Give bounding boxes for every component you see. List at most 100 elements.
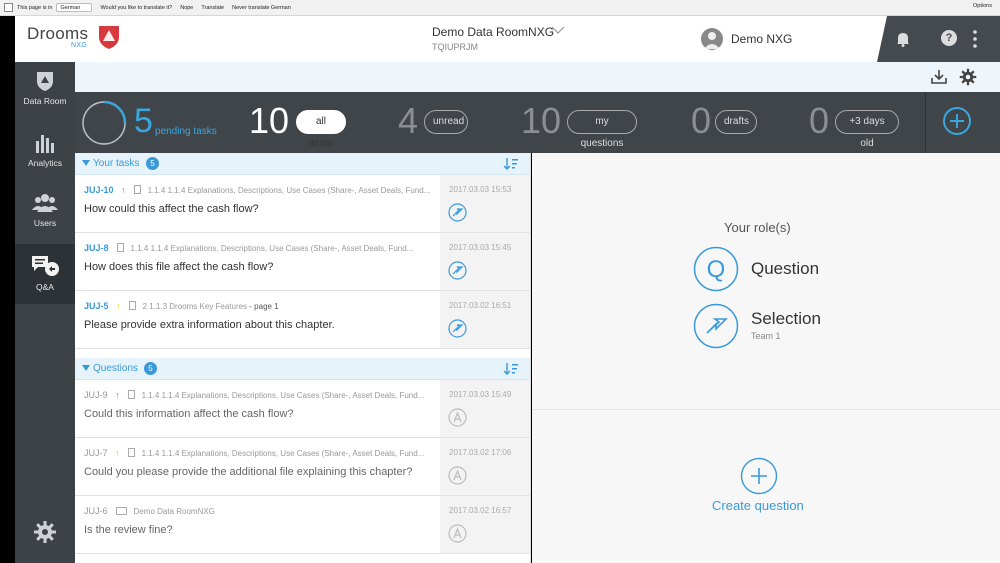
list-item[interactable]: JUJ-6 Demo Data RoomNXG Is the review fi… — [75, 496, 530, 554]
filter-old[interactable]: +3 days old — [835, 110, 899, 149]
sidebar-item-analytics[interactable]: Analytics — [15, 132, 75, 192]
item-question: Please provide extra information about t… — [84, 319, 335, 331]
section-questions[interactable]: Questions 5 — [75, 358, 530, 380]
list-item[interactable]: JUJ-5 ↑ 2 1.1.3 Drooms Key Features - pa… — [75, 291, 530, 349]
list-item[interactable]: JUJ-7 ↑ 1.1.4 1.1.4 Explanations, Descri… — [75, 438, 530, 496]
sort-icon[interactable] — [503, 157, 519, 171]
translate-nope-button[interactable]: Nope — [180, 5, 193, 11]
folder-icon — [116, 507, 128, 515]
question-role-icon: Q — [693, 246, 739, 292]
item-question: How could this affect the cash flow? — [84, 203, 259, 215]
app-header: Drooms NXG Demo Data RoomNXG TQIUPRJM De… — [15, 16, 1000, 62]
item-meta: JUJ-10 ↑ 1.1.4 1.1.4 Explanations, Descr… — [84, 185, 444, 195]
item-side: 2017.03.03 15:45 — [440, 233, 530, 290]
translate-language-select[interactable]: German — [56, 3, 93, 12]
bar-chart-icon — [36, 135, 54, 153]
user-icon — [704, 32, 720, 49]
qa-list: Your tasks 5 JUJ-10 ↑ 1.1.4 1.1.4 Explan… — [75, 153, 531, 563]
shield-icon — [37, 72, 53, 91]
collapse-icon[interactable] — [82, 365, 90, 371]
avatar[interactable] — [701, 28, 723, 50]
priority-high-icon: ↑ — [115, 390, 120, 400]
role-selection-team: Team 1 — [751, 331, 781, 341]
pending-progress-ring — [81, 100, 127, 146]
item-path: 1.1.4 1.1.4 Explanations, Descriptions, … — [130, 244, 414, 253]
item-path: 1.1.4 1.1.4 Explanations, Descriptions, … — [147, 186, 431, 195]
stats-bar: 5 pending tasks 10 all items 4 unread 10… — [75, 92, 1000, 153]
data-room-title[interactable]: Demo Data RoomNXG — [432, 25, 554, 39]
sidebar-item-qa[interactable]: Q&A — [15, 244, 75, 304]
list-item[interactable]: JUJ-8 1.1.4 1.1.4 Explanations, Descript… — [75, 233, 530, 291]
item-question: Could you please provide the additional … — [84, 466, 413, 478]
list-item[interactable]: JUJ-9 ↑ 1.1.4 1.1.4 Explanations, Descri… — [75, 380, 530, 438]
filter-all-items[interactable]: all items — [296, 110, 346, 149]
gear-icon[interactable] — [33, 520, 57, 544]
never-translate-button[interactable]: Never translate German — [232, 5, 291, 11]
download-icon[interactable] — [930, 68, 948, 86]
collapse-icon[interactable] — [82, 160, 90, 166]
sidebar-item-label: Users — [33, 218, 57, 228]
item-question: How does this file affect the cash flow? — [84, 261, 274, 273]
translate-lang-label: This page is in — [17, 4, 53, 11]
list-item[interactable]: JUJ-10 ↑ 1.1.4 1.1.4 Explanations, Descr… — [75, 175, 530, 233]
logo-shield-icon — [99, 26, 119, 49]
count-badge: 5 — [146, 157, 159, 170]
forward-icon[interactable] — [448, 203, 467, 222]
section-your-tasks[interactable]: Your tasks 5 — [75, 153, 530, 175]
document-icon — [134, 185, 142, 194]
sidebar-item-data-room[interactable]: Data Room — [15, 70, 75, 130]
sidebar-item-label: Q&A — [36, 282, 54, 292]
selection-role-icon — [693, 303, 739, 349]
my-questions-count: 10 — [521, 100, 562, 141]
filter-drafts[interactable]: drafts — [715, 110, 757, 134]
sidebar-item-label: Data Room — [23, 96, 67, 106]
more-options-icon[interactable] — [973, 30, 977, 48]
filter-my-questions[interactable]: my questions — [567, 110, 637, 149]
detail-panel: Your role(s) Q Question Selection Team 1… — [532, 153, 1000, 563]
settings-icon[interactable] — [959, 68, 977, 86]
item-date: 2017.03.02 17:06 — [449, 448, 512, 457]
item-page: - page 1 — [247, 302, 279, 311]
create-question-icon[interactable] — [740, 457, 778, 495]
sidebar-item-users[interactable]: Users — [15, 192, 75, 252]
answer-icon[interactable] — [448, 524, 467, 543]
old-count: 0 — [809, 100, 830, 141]
sidebar-item-label: Analytics — [27, 158, 62, 168]
item-id: JUJ-10 — [84, 185, 114, 195]
pending-tasks-count[interactable]: 5 — [134, 102, 153, 140]
chevron-down-icon[interactable] — [551, 26, 565, 35]
qa-icon — [32, 256, 59, 276]
translate-button[interactable]: Translate — [201, 5, 224, 11]
item-id: JUJ-5 — [84, 301, 109, 311]
add-icon[interactable] — [942, 106, 972, 136]
answer-icon[interactable] — [448, 408, 467, 427]
document-icon — [128, 390, 136, 399]
user-name[interactable]: Demo NXG — [731, 32, 792, 46]
pending-tasks-label[interactable]: pending tasks — [155, 126, 217, 137]
drafts-count: 0 — [691, 100, 712, 141]
bell-icon[interactable] — [895, 30, 911, 47]
sort-icon[interactable] — [503, 362, 519, 376]
item-id: JUJ-9 — [84, 390, 108, 400]
item-date: 2017.03.03 15:45 — [449, 243, 512, 252]
item-side: 2017.03.03 15:49 — [440, 380, 530, 437]
data-room-code: TQIUPRJM — [432, 42, 478, 52]
translate-options-button[interactable]: Options — [973, 3, 992, 9]
item-date: 2017.03.02 16:51 — [449, 301, 512, 310]
answer-icon[interactable] — [448, 466, 467, 485]
forward-icon[interactable] — [448, 261, 467, 280]
item-date: 2017.03.03 15:49 — [449, 390, 512, 399]
translate-question: Would you like to translate it? — [100, 4, 173, 11]
filter-unread[interactable]: unread — [424, 110, 468, 134]
item-side: 2017.03.02 16:57 — [440, 496, 530, 553]
item-meta: JUJ-7 ↑ 1.1.4 1.1.4 Explanations, Descri… — [84, 448, 444, 458]
logo-text: Drooms — [27, 24, 89, 43]
item-side: 2017.03.02 16:51 — [440, 291, 530, 348]
item-meta: JUJ-8 1.1.4 1.1.4 Explanations, Descript… — [84, 243, 444, 253]
logo[interactable]: Drooms NXG — [27, 24, 89, 49]
item-path: Demo Data RoomNXG — [133, 507, 215, 516]
forward-icon[interactable] — [448, 319, 467, 338]
help-icon[interactable]: ? — [941, 30, 957, 46]
sidebar: Data Room Analytics Users Q&A — [15, 62, 75, 563]
create-question-button[interactable]: Create question — [712, 498, 804, 513]
